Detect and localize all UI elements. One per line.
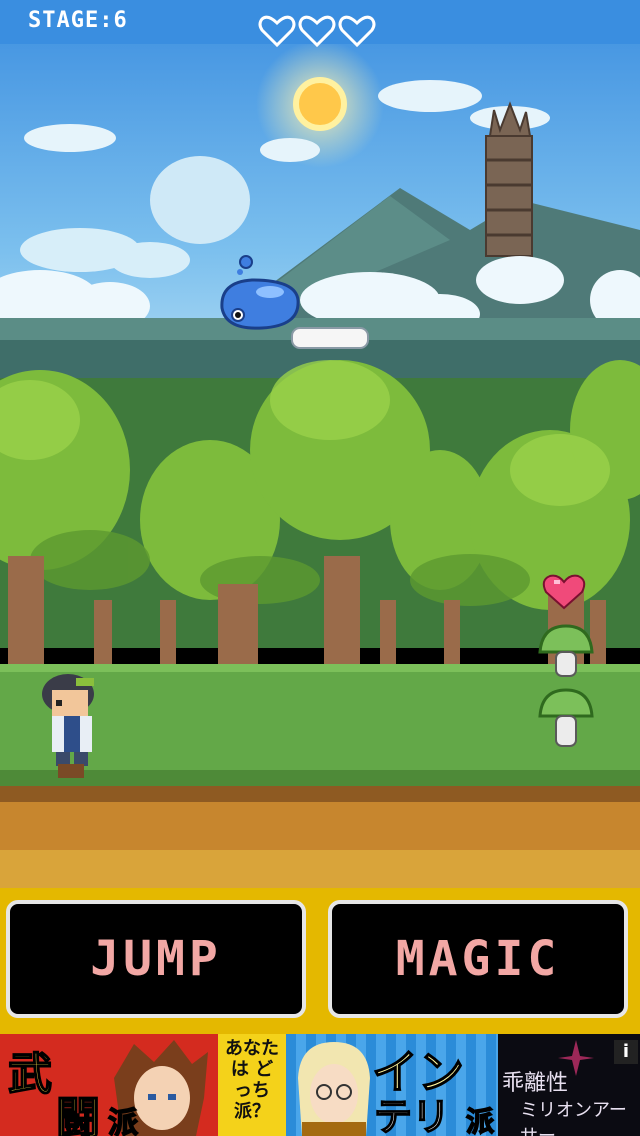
sun — [293, 77, 347, 131]
magic-button[interactable]: MAGIC — [328, 900, 628, 1018]
ad-info-icon[interactable]: i — [614, 1040, 638, 1064]
heart-outline-icon — [338, 15, 376, 48]
jump-button[interactable]: JUMP — [6, 900, 306, 1018]
control-bar: JUMP MAGIC — [0, 888, 640, 1034]
ad-question-text: あなたは どっち派？ — [225, 1038, 279, 1122]
ad-brand-line-1: 乖離性 — [502, 1071, 569, 1096]
ad-right-suffix: 派 — [465, 1104, 495, 1136]
ad-banner[interactable]: 武 闘 派 あなたは どっち派？ イン テリ 派 乖離性 ミリオンアーサー — [0, 1034, 640, 1136]
grass — [0, 664, 640, 776]
ad-left-kanji-1: 武 — [7, 1048, 53, 1101]
stage-label: STAGE:6 — [28, 8, 128, 33]
heart-outline-icon — [298, 15, 336, 48]
ad-brand-line-2: ミリオンアーサー — [520, 1100, 627, 1136]
ad-left-kanji-2: 闘 — [55, 1092, 101, 1136]
ad-right-text-2: テリ — [373, 1094, 451, 1136]
ad-character-2-image — [298, 1042, 370, 1136]
tower — [485, 101, 533, 257]
lives-indicator — [258, 14, 376, 48]
hud-bar: STAGE:6 — [0, 0, 640, 48]
jump-button-label: JUMP — [90, 931, 222, 987]
cloud-platform — [291, 327, 369, 349]
magic-button-label: MAGIC — [395, 931, 561, 987]
heart-outline-icon — [258, 15, 296, 48]
game-screen[interactable]: STAGE:6 JUMP MAGIC 武 闘 派 あなたは どっち派？ イン テ… — [0, 0, 640, 1136]
ad-left-suffix: 派 — [107, 1105, 139, 1136]
